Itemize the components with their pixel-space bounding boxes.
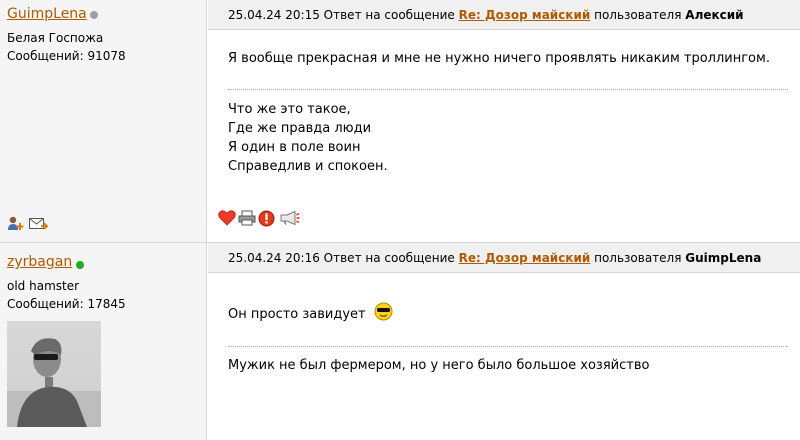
- signature-line: Мужик не был фермером, но у него было бо…: [228, 358, 650, 373]
- alert-icon[interactable]: [258, 210, 275, 231]
- signature-line: Справедлив и спокоен.: [228, 159, 388, 174]
- signature: Что же это такое, Где же правда люди Я о…: [228, 100, 388, 176]
- reply-user-prefix: пользователя: [594, 251, 682, 265]
- post-content: 25.04.24 20:16 Ответ на сообщение Re: До…: [208, 243, 800, 440]
- reply-prefix: Ответ на сообщение: [323, 8, 455, 22]
- message-count-value: 17845: [87, 297, 126, 311]
- message-count-value: 91078: [87, 49, 126, 63]
- post-content: 25.04.24 20:15 Ответ на сообщение Re: До…: [208, 0, 800, 242]
- heart-icon[interactable]: [218, 210, 236, 230]
- printer-icon[interactable]: [238, 210, 256, 230]
- signature: Мужик не был фермером, но у него было бо…: [228, 356, 649, 375]
- message-count: Сообщений: 91078: [7, 49, 126, 63]
- user-title: Белая Госпожа: [7, 31, 104, 45]
- send-message-icon[interactable]: [29, 217, 50, 235]
- post-header: 25.04.24 20:15 Ответ на сообщение Re: До…: [208, 0, 800, 30]
- megaphone-icon[interactable]: [278, 210, 300, 229]
- author-panel: zyrbagan old hamster Сообщений: 17845: [0, 243, 207, 440]
- reply-user: Алексий: [685, 8, 744, 22]
- reply-user-prefix: пользователя: [594, 8, 682, 22]
- reply-subject-link[interactable]: Re: Дозор майский: [459, 251, 591, 265]
- post-body: Он просто завидует: [228, 302, 393, 327]
- message-count: Сообщений: 17845: [7, 297, 126, 311]
- username-link[interactable]: zyrbagan: [7, 254, 72, 270]
- author-panel: GuimpLena Белая Госпожа Сообщений: 91078: [0, 0, 207, 242]
- username-link[interactable]: GuimpLena: [7, 6, 87, 22]
- post-body-text: Он просто завидует: [228, 307, 366, 322]
- post-body: Я вообще прекрасная и мне не нужно ничег…: [228, 51, 770, 66]
- offline-status-icon: [90, 11, 98, 19]
- online-status-icon: [76, 261, 84, 269]
- add-friend-icon[interactable]: [7, 216, 25, 236]
- post-1: GuimpLena Белая Госпожа Сообщений: 91078: [0, 0, 800, 242]
- avatar: [7, 321, 101, 427]
- post-datetime: 25.04.24 20:15: [228, 8, 320, 22]
- signature-line: Что же это такое,: [228, 102, 351, 117]
- signature-separator: [228, 346, 788, 347]
- post-2: zyrbagan old hamster Сообщений: 17845 25…: [0, 243, 800, 440]
- user-title: old hamster: [7, 279, 80, 293]
- signature-line: Где же правда люди: [228, 121, 372, 136]
- signature-line: Я один в поле воин: [228, 140, 361, 155]
- reply-prefix: Ответ на сообщение: [323, 251, 455, 265]
- post-datetime: 25.04.24 20:16: [228, 251, 320, 265]
- post-header: 25.04.24 20:16 Ответ на сообщение Re: До…: [208, 243, 800, 273]
- message-count-label: Сообщений:: [7, 49, 84, 63]
- signature-separator: [228, 89, 788, 90]
- sunglasses-smiley-icon: [374, 302, 393, 327]
- message-count-label: Сообщений:: [7, 297, 84, 311]
- reply-subject-link[interactable]: Re: Дозор майский: [459, 8, 591, 22]
- reply-user: GuimpLena: [685, 251, 762, 265]
